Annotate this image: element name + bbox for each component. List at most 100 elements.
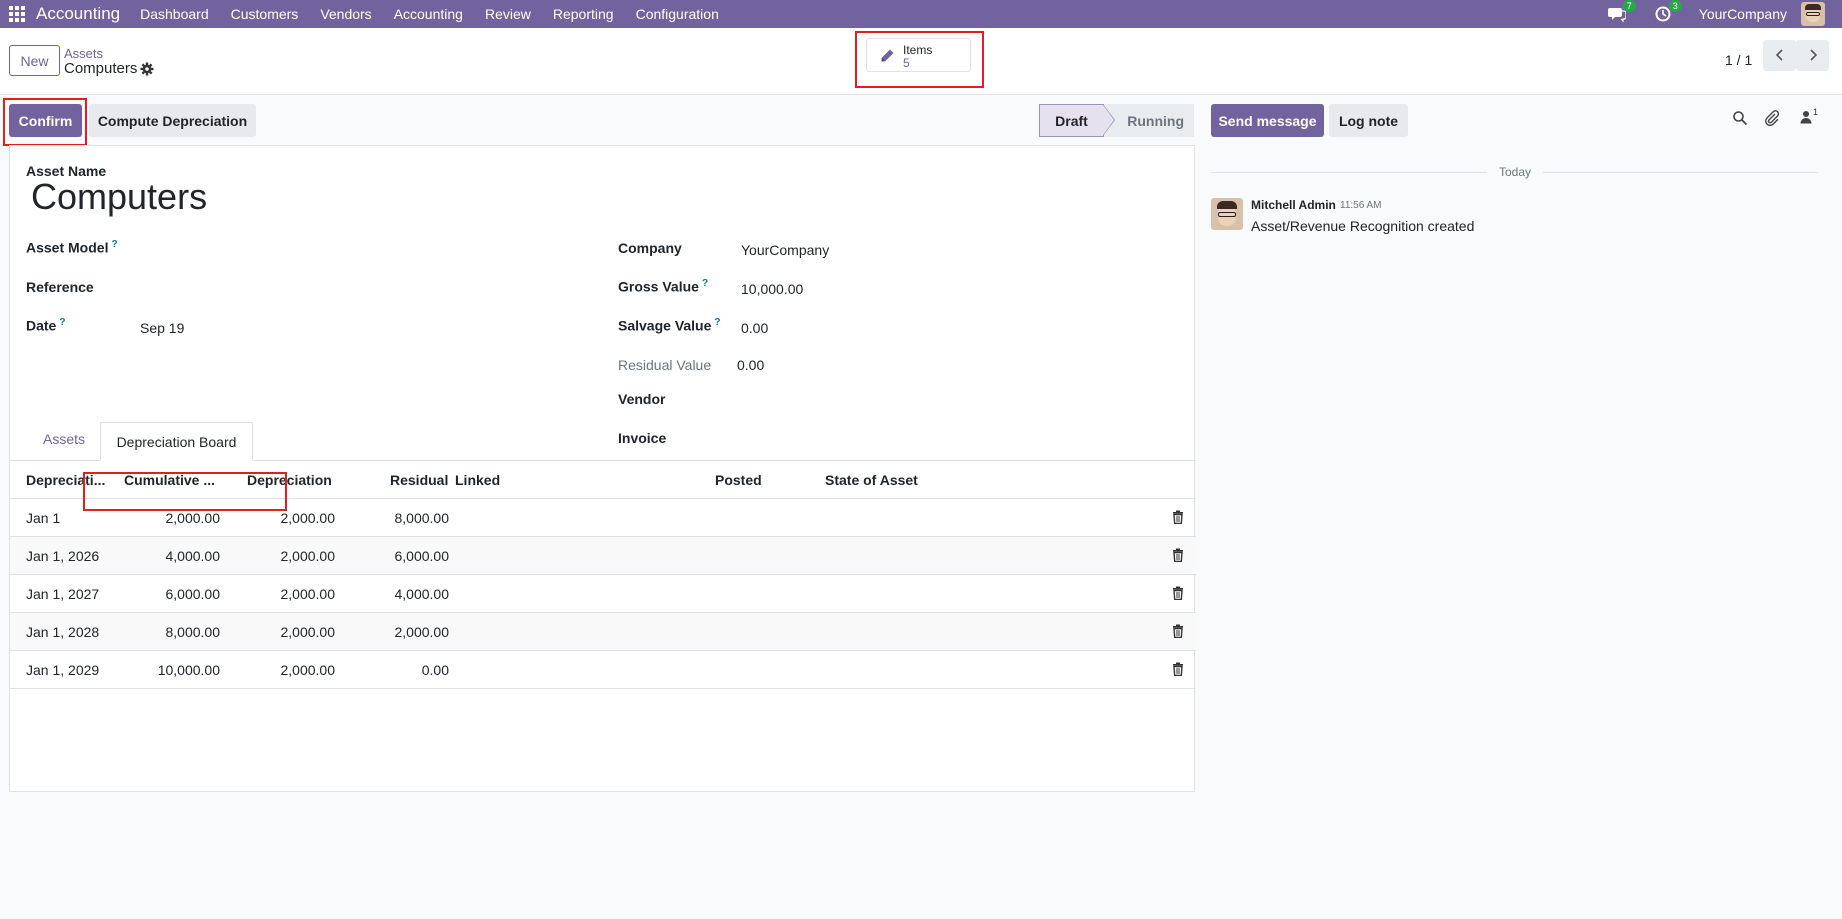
- cell-date[interactable]: Jan 1: [26, 510, 60, 526]
- gross-value-field[interactable]: 10,000.00: [741, 281, 803, 297]
- cell-depreciation[interactable]: 2,000.00: [281, 662, 336, 678]
- menu-configuration[interactable]: Configuration: [636, 6, 719, 22]
- cell-residual[interactable]: 8,000.00: [395, 510, 450, 526]
- vendor-label: Vendor: [618, 391, 666, 407]
- cell-date[interactable]: Jan 1, 2027: [26, 586, 99, 602]
- cell-residual[interactable]: 6,000.00: [395, 548, 450, 564]
- messages-badge: 7: [1622, 0, 1636, 12]
- cell-date[interactable]: Jan 1, 2026: [26, 548, 99, 564]
- table-row[interactable]: Jan 1, 2028 8,000.00 2,000.00 2,000.00: [10, 613, 1196, 651]
- control-panel: New Assets Computers Items 5 1 / 1: [0, 28, 1842, 95]
- message-author[interactable]: Mitchell Admin: [1251, 198, 1336, 212]
- help-icon[interactable]: ?: [714, 317, 720, 328]
- asset-name-field[interactable]: Computers: [31, 176, 207, 218]
- company-label: Company: [618, 240, 682, 256]
- reference-label: Reference: [26, 279, 94, 295]
- gear-icon[interactable]: [140, 62, 154, 76]
- items-smart-button[interactable]: Items 5: [866, 38, 971, 72]
- send-message-button[interactable]: Send message: [1211, 104, 1324, 137]
- activities-icon[interactable]: 3: [1653, 0, 1682, 24]
- table-row[interactable]: Jan 1, 2026 4,000.00 2,000.00 6,000.00: [10, 537, 1196, 575]
- cell-cumulative[interactable]: 2,000.00: [166, 510, 221, 526]
- app-name[interactable]: Accounting: [36, 4, 120, 24]
- cell-cumulative[interactable]: 8,000.00: [166, 624, 221, 640]
- pager-previous-button[interactable]: [1763, 40, 1796, 71]
- salvage-value-label: Salvage Value?: [618, 317, 721, 334]
- menu-review[interactable]: Review: [485, 6, 531, 22]
- cell-residual[interactable]: 4,000.00: [395, 586, 450, 602]
- paperclip-icon[interactable]: [1764, 110, 1782, 128]
- residual-value-field: 0.00: [737, 357, 765, 373]
- tab-assets[interactable]: Assets: [43, 431, 85, 447]
- messages-icon[interactable]: 7: [1607, 0, 1636, 24]
- cell-date[interactable]: Jan 1, 2029: [26, 662, 99, 678]
- col-state-of-asset[interactable]: State of Asset: [825, 472, 918, 488]
- cell-depreciation[interactable]: 2,000.00: [281, 586, 336, 602]
- followers-icon[interactable]: 1: [1800, 107, 1826, 128]
- trash-icon[interactable]: [1172, 510, 1184, 525]
- salvage-value-field[interactable]: 0.00: [741, 320, 768, 336]
- notebook-tabs: Assets Depreciation Board: [10, 422, 1196, 461]
- highlight-box-depreciation-board: [83, 472, 287, 511]
- app-menu-icon[interactable]: [0, 0, 34, 28]
- message-time: 11:56 AM: [1340, 200, 1382, 211]
- date-field[interactable]: Sep 19: [140, 320, 184, 336]
- trash-icon[interactable]: [1172, 624, 1184, 639]
- trash-icon[interactable]: [1172, 548, 1184, 563]
- items-label: Items: [903, 43, 933, 57]
- confirm-button[interactable]: Confirm: [9, 104, 82, 137]
- table-row[interactable]: Jan 1, 2029 10,000.00 2,000.00 0.00: [10, 651, 1196, 689]
- compute-depreciation-button[interactable]: Compute Depreciation: [89, 104, 256, 137]
- help-icon[interactable]: ?: [111, 239, 117, 250]
- followers-count: 1: [1813, 107, 1819, 117]
- cell-residual[interactable]: 0.00: [422, 662, 449, 678]
- trash-icon[interactable]: [1172, 662, 1184, 677]
- asset-model-label: Asset Model?: [26, 239, 118, 256]
- items-count: 5: [903, 56, 910, 70]
- col-linked[interactable]: Linked: [455, 472, 500, 488]
- user-avatar[interactable]: [1801, 2, 1825, 26]
- cell-depreciation[interactable]: 2,000.00: [281, 548, 336, 564]
- cell-residual[interactable]: 2,000.00: [395, 624, 450, 640]
- stage-running[interactable]: Running: [1104, 104, 1194, 137]
- company-switcher[interactable]: YourCompany: [1699, 6, 1787, 22]
- pager-value[interactable]: 1 / 1: [1725, 52, 1752, 68]
- residual-value-label: Residual Value: [618, 357, 712, 373]
- message-body: Asset/Revenue Recognition created: [1251, 218, 1475, 234]
- col-residual[interactable]: Residual: [390, 472, 448, 488]
- cell-depreciation[interactable]: 2,000.00: [281, 510, 336, 526]
- stage-draft[interactable]: Draft: [1039, 104, 1104, 137]
- breadcrumb-parent[interactable]: Assets: [64, 46, 103, 61]
- cell-date[interactable]: Jan 1, 2028: [26, 624, 99, 640]
- log-note-button[interactable]: Log note: [1329, 104, 1408, 137]
- author-avatar[interactable]: [1211, 198, 1243, 230]
- help-icon[interactable]: ?: [702, 278, 708, 289]
- stage-arrow-fill: [1103, 105, 1114, 135]
- cell-depreciation[interactable]: 2,000.00: [281, 624, 336, 640]
- gross-value-label: Gross Value?: [618, 278, 709, 295]
- trash-icon[interactable]: [1172, 586, 1184, 601]
- menu-dashboard[interactable]: Dashboard: [140, 6, 209, 22]
- menu-reporting[interactable]: Reporting: [553, 6, 614, 22]
- breadcrumb-current: Computers: [64, 60, 138, 77]
- form-sheet: Asset Name Computers Asset Model? Refere…: [9, 145, 1196, 792]
- table-row[interactable]: Jan 1, 2027 6,000.00 2,000.00 4,000.00: [10, 575, 1196, 613]
- pager-next-button[interactable]: [1796, 40, 1829, 71]
- pencil-icon: [879, 48, 895, 67]
- search-icon[interactable]: [1732, 110, 1750, 128]
- chevron-left-icon: [1775, 48, 1785, 64]
- date-label: Date?: [26, 317, 66, 334]
- menu-accounting[interactable]: Accounting: [394, 6, 463, 22]
- company-field[interactable]: YourCompany: [741, 242, 829, 258]
- cell-cumulative[interactable]: 6,000.00: [166, 586, 221, 602]
- activities-badge: 3: [1668, 0, 1682, 12]
- cell-cumulative[interactable]: 4,000.00: [166, 548, 221, 564]
- menu-vendors[interactable]: Vendors: [320, 6, 371, 22]
- top-navbar: Accounting Dashboard Customers Vendors A…: [0, 0, 1842, 28]
- col-posted[interactable]: Posted: [715, 472, 762, 488]
- help-icon[interactable]: ?: [59, 317, 65, 328]
- tab-depreciation-board[interactable]: Depreciation Board: [100, 422, 253, 461]
- new-button[interactable]: New: [9, 45, 60, 76]
- menu-customers[interactable]: Customers: [231, 6, 299, 22]
- cell-cumulative[interactable]: 10,000.00: [158, 662, 220, 678]
